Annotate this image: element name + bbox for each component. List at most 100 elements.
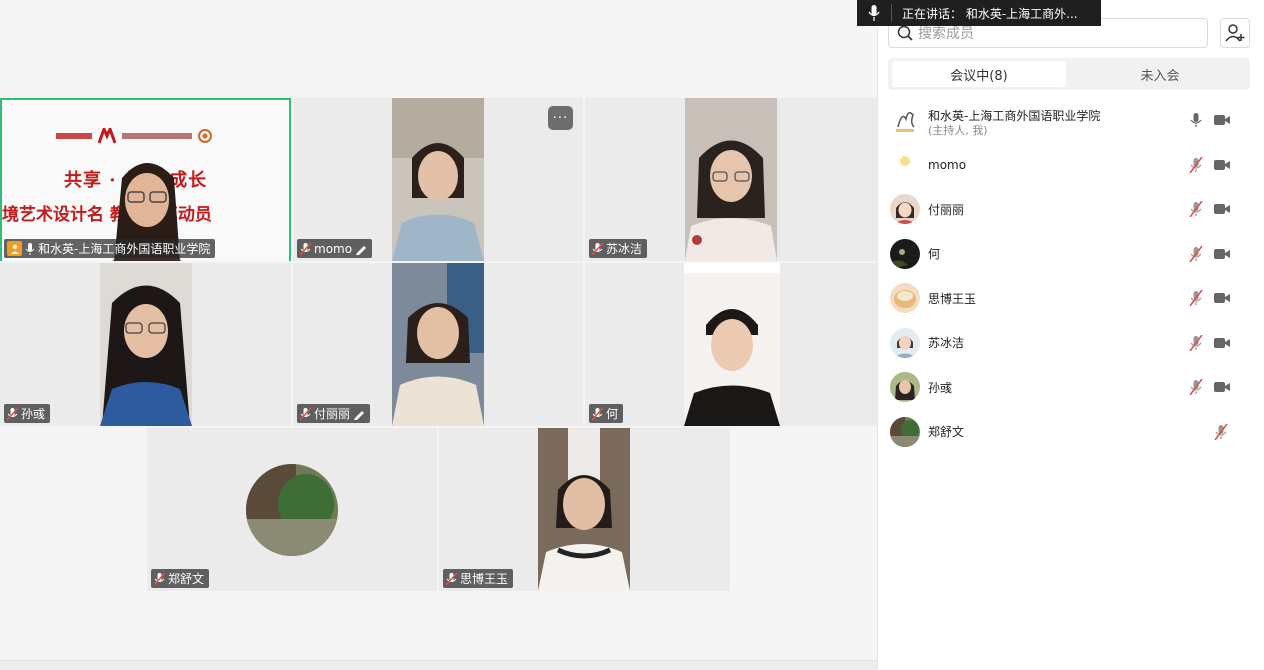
camera-icon[interactable] [1214, 292, 1230, 304]
name-tag-he: 何 [589, 404, 624, 423]
member-item[interactable]: 孙彧 [878, 365, 1264, 410]
video-tile-momo[interactable]: ··· momo [293, 98, 583, 261]
mic-on-icon [25, 242, 35, 255]
name-tag-label: 付丽丽 [314, 407, 351, 421]
slide-logos [56, 128, 236, 144]
video-feed-subingjie [685, 98, 777, 261]
name-tag-label: 郑舒文 [168, 572, 205, 586]
camera-icon[interactable] [1214, 381, 1230, 393]
mic-muted-icon[interactable] [1189, 334, 1203, 351]
member-item[interactable]: 郑舒文 [878, 410, 1264, 455]
avatar [890, 149, 920, 180]
shared-slide: 共享 · 共 共成长 境艺术设计名 教研分享动员 [2, 100, 289, 261]
member-name: 孙彧 [928, 380, 953, 395]
member-item[interactable]: 和水英-上海工商外国语职业学院 (主持人, 我) [878, 98, 1264, 143]
avatar [890, 416, 920, 447]
camera-icon[interactable] [1214, 159, 1230, 171]
name-tag-subingjie: 苏冰洁 [589, 239, 648, 258]
video-tile-sibowangyu[interactable]: 思博王玉 [439, 428, 730, 591]
member-role: (主持人, 我) [928, 124, 988, 137]
member-list: 和水英-上海工商外国语职业学院 (主持人, 我) momo 付丽丽 何 思博王玉… [878, 98, 1264, 454]
video-feed-sunyu [100, 263, 192, 426]
name-tag-momo: momo [297, 239, 373, 258]
video-tile-subingjie[interactable]: 苏冰洁 [585, 98, 877, 261]
name-tag-label: momo [314, 241, 353, 256]
avatar-zhengshuwen [246, 464, 338, 556]
speaking-indicator: 正在讲话： 和水英-上海工商外... [857, 0, 1101, 26]
name-tag-host: 和水英-上海工商外国语职业学院 [4, 239, 216, 258]
mic-on-icon[interactable] [1189, 112, 1203, 128]
video-tile-zhengshuwen[interactable]: 郑舒文 [147, 428, 437, 591]
video-feed-he [684, 263, 780, 426]
search-placeholder: 搜索成员 [918, 26, 974, 42]
member-name: momo [928, 157, 967, 172]
video-feed-sibowangyu [538, 428, 630, 591]
video-tile-sunyu[interactable]: 孙彧 [0, 263, 291, 426]
mic-muted-icon[interactable] [1214, 423, 1228, 440]
search-icon [897, 25, 913, 41]
mic-muted-icon[interactable] [1189, 379, 1203, 396]
member-item[interactable]: momo [878, 143, 1264, 188]
camera-icon[interactable] [1214, 203, 1230, 215]
camera-icon[interactable] [1214, 248, 1230, 260]
member-name: 何 [928, 247, 941, 262]
video-tile-host[interactable]: 共享 · 共 共成长 境艺术设计名 教研分享动员 和水英-上海工商外国语职业学院 [0, 98, 291, 261]
members-panel: 搜索成员 会议中(8) 未入会 和水英-上海工商外国语职业学院 (主持人, 我) [877, 0, 1264, 669]
video-tile-he[interactable]: 何 [585, 263, 877, 426]
camera-icon[interactable] [1214, 337, 1230, 349]
avatar [890, 372, 920, 403]
video-feed-fulili [392, 263, 484, 426]
invite-member-button[interactable] [1220, 18, 1250, 48]
logo-a-icon [56, 133, 92, 139]
name-tag-label: 孙彧 [21, 407, 46, 421]
member-name: 付丽丽 [928, 202, 965, 217]
name-tag-label: 何 [606, 407, 619, 421]
mic-muted-icon[interactable] [1189, 290, 1203, 307]
mic-muted-icon [300, 242, 311, 255]
annotate-pen-icon [354, 410, 365, 420]
name-tag-sibowangyu: 思博王玉 [443, 569, 514, 588]
avatar [890, 283, 920, 314]
avatar [890, 327, 920, 358]
member-item[interactable]: 思博王玉 [878, 276, 1264, 321]
mic-muted-icon[interactable] [1189, 156, 1203, 173]
mic-muted-icon [7, 407, 18, 420]
video-stage: 共享 · 共 共成长 境艺术设计名 教研分享动员 和水英-上海工商外国语职业学院 [0, 0, 877, 670]
member-name: 思博王玉 [928, 291, 977, 306]
avatar [890, 238, 920, 269]
mic-muted-icon [592, 242, 603, 255]
video-tile-fulili[interactable]: 付丽丽 [293, 263, 583, 426]
name-tag-zhengshuwen: 郑舒文 [151, 569, 210, 588]
name-tag-fulili: 付丽丽 [297, 404, 371, 423]
mic-muted-icon [592, 407, 603, 420]
name-tag-sunyu: 孙彧 [4, 404, 51, 423]
speaking-label: 正在讲话： [902, 6, 963, 21]
avatar [890, 194, 920, 225]
tab-not-joined[interactable]: 未入会 [1073, 61, 1247, 87]
member-name: 郑舒文 [928, 425, 965, 440]
annotate-pen-icon [356, 245, 367, 255]
mic-muted-icon [300, 407, 311, 420]
logo-b-icon [122, 133, 192, 139]
logo-m-icon [98, 128, 116, 144]
avatar [890, 105, 920, 136]
mic-muted-icon [154, 572, 165, 585]
host-badge-icon [7, 241, 22, 256]
tab-in-meeting[interactable]: 会议中(8) [892, 61, 1066, 87]
member-item[interactable]: 何 [878, 232, 1264, 277]
speaking-mic-icon [857, 4, 892, 22]
speaking-name: 和水英-上海工商外... [965, 6, 1078, 21]
mic-muted-icon[interactable] [1189, 245, 1203, 262]
member-item[interactable]: 苏冰洁 [878, 321, 1264, 366]
member-name: 苏冰洁 [928, 336, 965, 351]
members-tabs: 会议中(8) 未入会 [888, 58, 1250, 90]
video-feed-momo [392, 98, 484, 261]
name-tag-label: 苏冰洁 [606, 242, 643, 256]
more-options-button[interactable]: ··· [548, 106, 573, 130]
add-user-icon [1225, 24, 1245, 42]
mic-muted-icon[interactable] [1189, 201, 1203, 218]
seal-icon [198, 129, 212, 143]
camera-icon[interactable] [1214, 114, 1230, 126]
member-item[interactable]: 付丽丽 [878, 187, 1264, 232]
name-tag-label: 思博王玉 [460, 572, 509, 586]
